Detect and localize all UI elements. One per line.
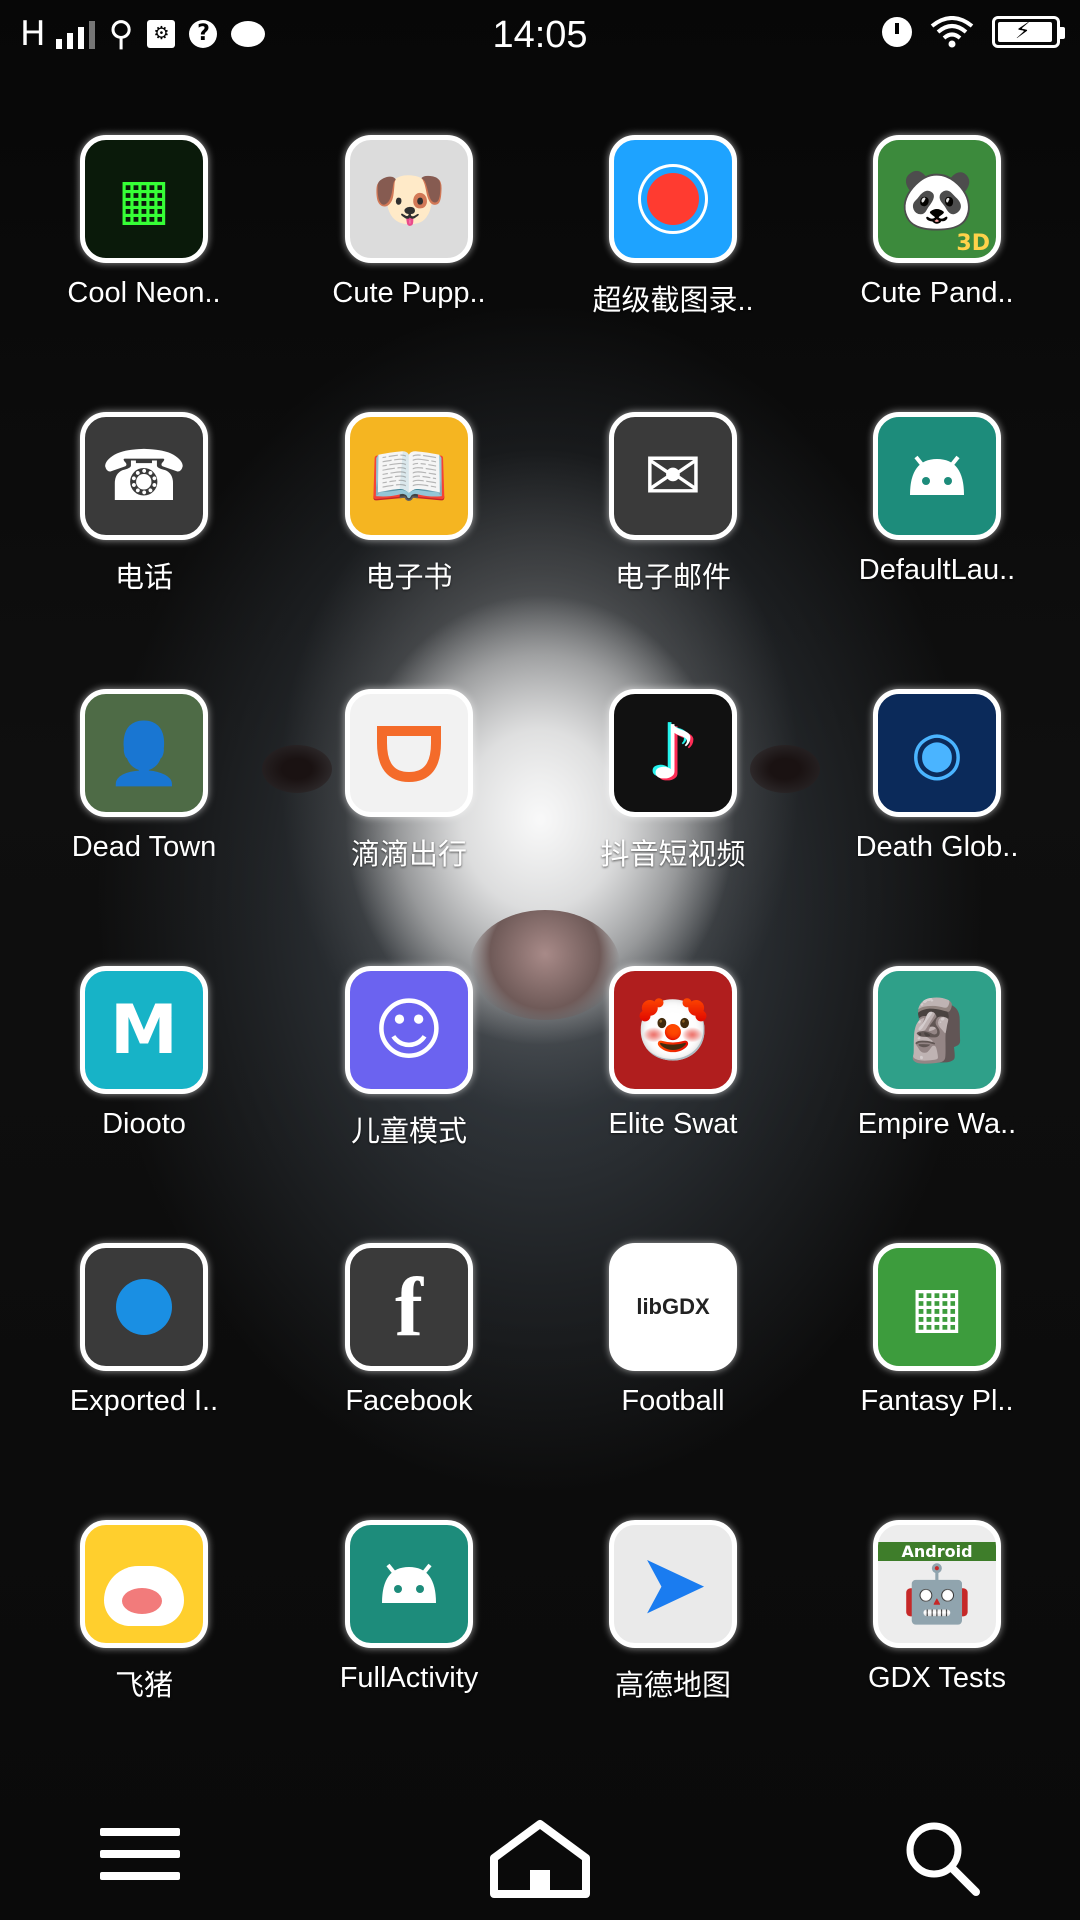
diooto-icon: M bbox=[80, 966, 208, 1094]
app-email[interactable]: ✉ 电子邮件 bbox=[541, 412, 805, 596]
app-label: Elite Swat bbox=[608, 1108, 738, 1140]
ebook-icon: 📖 bbox=[345, 412, 473, 540]
app-amap[interactable]: ➤ 高德地图 bbox=[541, 1520, 805, 1704]
app-label: DefaultLau.. bbox=[858, 554, 1016, 586]
app-gdx-tests[interactable]: Android 🤖 GDX Tests bbox=[805, 1520, 1069, 1695]
dock bbox=[0, 1800, 1080, 1910]
app-elite-swat[interactable]: 🤡 Elite Swat bbox=[541, 966, 805, 1141]
app-empire-war[interactable]: 🗿 Empire Wa.. bbox=[805, 966, 1069, 1141]
app-label: 电话 bbox=[114, 562, 173, 594]
home-icon[interactable] bbox=[488, 1818, 592, 1898]
fantasy-theme-icon: ▦ bbox=[873, 1243, 1001, 1371]
app-label: Football bbox=[621, 1385, 725, 1417]
app-label: 抖音短视频 bbox=[600, 839, 746, 871]
screen-recorder-icon bbox=[609, 135, 737, 263]
app-tiktok[interactable]: ♪ 抖音短视频 bbox=[541, 689, 805, 873]
battery-icon: ⚡ bbox=[992, 16, 1065, 48]
app-label: 高德地图 bbox=[614, 1670, 731, 1702]
app-kids-mode[interactable]: ☺ 儿童模式 bbox=[277, 966, 541, 1150]
didi-icon bbox=[345, 689, 473, 817]
android-icon bbox=[873, 412, 1001, 540]
app-label: 电子书 bbox=[365, 562, 453, 594]
menu-icon[interactable] bbox=[100, 1828, 180, 1884]
app-ebook[interactable]: 📖 电子书 bbox=[277, 412, 541, 596]
app-label: Dead Town bbox=[71, 831, 217, 863]
app-label: 超级截图录.. bbox=[592, 285, 754, 317]
app-libgdx[interactable]: libGDX Football bbox=[541, 1243, 805, 1418]
email-icon: ✉ bbox=[609, 412, 737, 540]
app-label: 电子邮件 bbox=[614, 562, 731, 594]
app-label: 飞猪 bbox=[114, 1670, 173, 1702]
app-label: Fantasy Pl.. bbox=[860, 1385, 1014, 1417]
cute-puppy-icon: 🐶 bbox=[345, 135, 473, 263]
app-label: Cute Pand.. bbox=[860, 277, 1014, 309]
wifi-icon bbox=[930, 16, 974, 48]
phone-icon: ☎ bbox=[80, 412, 208, 540]
app-label: Death Glob.. bbox=[855, 831, 1019, 863]
app-facebook[interactable]: f Facebook bbox=[277, 1243, 541, 1418]
gdx-tests-icon: Android 🤖 bbox=[873, 1520, 1001, 1648]
kids-mode-icon: ☺ bbox=[345, 966, 473, 1094]
status-bar: H ⚲ ⚙ ? 14:05 ⚡ bbox=[0, 0, 1080, 76]
fliggy-icon bbox=[80, 1520, 208, 1648]
empire-war-icon: 🗿 bbox=[873, 966, 1001, 1094]
app-didi[interactable]: 滴滴出行 bbox=[277, 689, 541, 873]
dead-town-icon: 👤 bbox=[80, 689, 208, 817]
app-screen-recorder[interactable]: 超级截图录.. bbox=[541, 135, 805, 319]
libgdx-icon: libGDX bbox=[609, 1243, 737, 1371]
android-icon bbox=[345, 1520, 473, 1648]
app-label: FullActivity bbox=[339, 1662, 479, 1694]
app-fantasy-theme[interactable]: ▦ Fantasy Pl.. bbox=[805, 1243, 1069, 1418]
app-label: Exported I.. bbox=[69, 1385, 219, 1417]
app-label: 滴滴出行 bbox=[350, 839, 467, 871]
app-android[interactable]: DefaultLau.. bbox=[805, 412, 1069, 587]
app-label: Diooto bbox=[102, 1108, 186, 1140]
app-label: 儿童模式 bbox=[350, 1116, 467, 1148]
exported-app-icon bbox=[80, 1243, 208, 1371]
app-label: Facebook bbox=[345, 1385, 473, 1417]
app-diooto[interactable]: M Diooto bbox=[12, 966, 276, 1141]
amap-icon: ➤ bbox=[609, 1520, 737, 1648]
app-label: Cool Neon.. bbox=[67, 277, 221, 309]
death-globe-icon: ◉ bbox=[873, 689, 1001, 817]
facebook-icon: f bbox=[345, 1243, 473, 1371]
app-cool-neon[interactable]: ▦ Cool Neon.. bbox=[12, 135, 276, 310]
app-label: Empire Wa.. bbox=[857, 1108, 1017, 1140]
cool-neon-icon: ▦ bbox=[80, 135, 208, 263]
app-cute-puppy[interactable]: 🐶 Cute Pupp.. bbox=[277, 135, 541, 310]
app-fliggy[interactable]: 飞猪 bbox=[12, 1520, 276, 1704]
cute-panda-icon: 🐼 3D bbox=[873, 135, 1001, 263]
tiktok-icon: ♪ bbox=[609, 689, 737, 817]
elite-swat-icon: 🤡 bbox=[609, 966, 737, 1094]
app-label: Cute Pupp.. bbox=[332, 277, 486, 309]
app-dead-town[interactable]: 👤 Dead Town bbox=[12, 689, 276, 864]
app-cute-panda[interactable]: 🐼 3D Cute Pand.. bbox=[805, 135, 1069, 310]
app-death-globe[interactable]: ◉ Death Glob.. bbox=[805, 689, 1069, 864]
app-exported-app[interactable]: Exported I.. bbox=[12, 1243, 276, 1418]
app-phone[interactable]: ☎ 电话 bbox=[12, 412, 276, 596]
alarm-icon bbox=[882, 17, 912, 47]
app-label: GDX Tests bbox=[867, 1662, 1007, 1694]
app-android[interactable]: FullActivity bbox=[277, 1520, 541, 1695]
search-icon[interactable] bbox=[902, 1818, 982, 1898]
